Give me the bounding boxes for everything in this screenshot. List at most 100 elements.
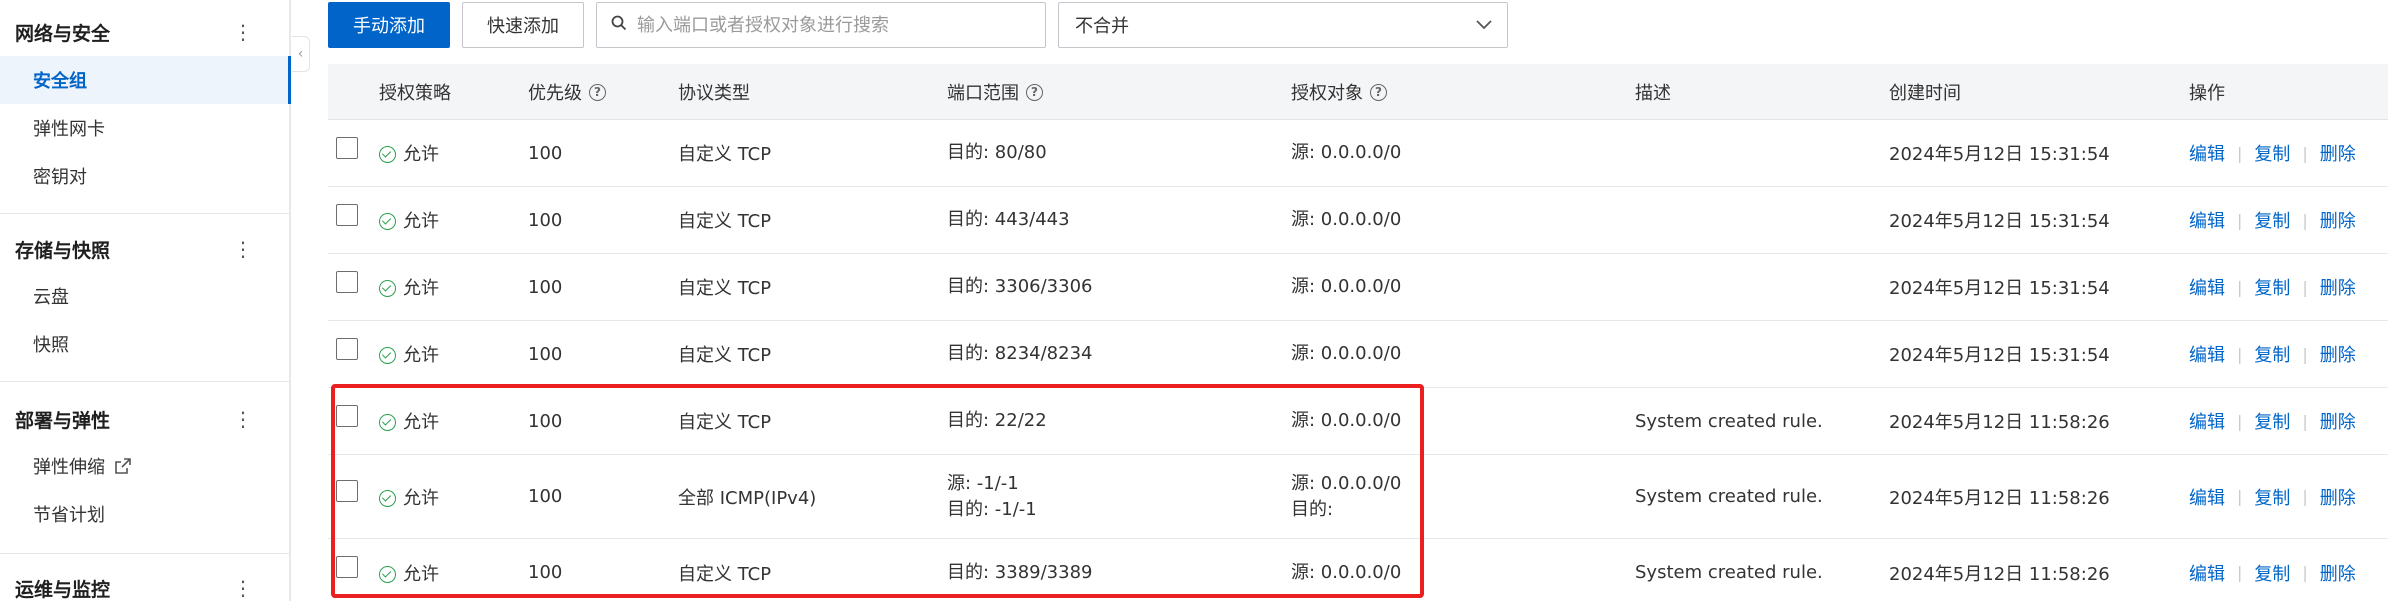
cell-protocol: 自定义 TCP bbox=[678, 144, 772, 165]
edit-link[interactable]: 编辑 bbox=[2189, 207, 2225, 233]
more-vertical-icon[interactable]: ⋮ bbox=[233, 239, 253, 259]
copy-link[interactable]: 复制 bbox=[2254, 408, 2290, 434]
cell-policy: 允许 bbox=[379, 539, 439, 601]
port-range-line: 目的: -1/-1 bbox=[947, 498, 1037, 520]
help-icon[interactable]: ? bbox=[1026, 83, 1043, 101]
delete-link[interactable]: 删除 bbox=[2320, 140, 2356, 166]
more-vertical-icon[interactable]: ⋮ bbox=[233, 22, 253, 42]
table-row: 允许 100 自定义 TCP 目的: 22/22 源: 0.0.0.0/0 System … bbox=[328, 388, 2388, 455]
cell-port-range: 目的: 443/443 bbox=[947, 187, 1070, 253]
sidebar-item-snapshot[interactable]: 快照 bbox=[0, 320, 289, 368]
row-checkbox[interactable] bbox=[336, 337, 358, 360]
cell-policy: 允许 bbox=[379, 455, 439, 538]
cell-policy: 允许 bbox=[379, 388, 439, 454]
cell-priority: 100 bbox=[528, 562, 563, 583]
auth-object-line: 源: 0.0.0.0/0 bbox=[1291, 472, 1402, 494]
cell-auth-object: 源: 0.0.0.0/0 bbox=[1291, 539, 1401, 601]
delete-link[interactable]: 删除 bbox=[2320, 207, 2356, 233]
action-separator: | bbox=[2237, 277, 2243, 297]
delete-link[interactable]: 删除 bbox=[2320, 484, 2356, 510]
help-icon[interactable]: ? bbox=[1370, 83, 1387, 101]
column-header-actions: 操作 bbox=[2189, 83, 2225, 104]
cell-policy: 允许 bbox=[379, 321, 439, 387]
cell-policy: 允许 bbox=[379, 187, 439, 253]
delete-link[interactable]: 删除 bbox=[2320, 274, 2356, 300]
sidebar-group-network-security[interactable]: 网络与安全 ⋮ bbox=[0, 8, 289, 56]
table-row: 允许 100 全部 ICMP(IPv4) 源: -1/-1 目的: -1/-1 源: 0.… bbox=[328, 455, 2388, 539]
sidebar-group-ops[interactable]: 运维与监控 ⋮ bbox=[0, 564, 289, 601]
edit-link[interactable]: 编辑 bbox=[2189, 408, 2225, 434]
edit-link[interactable]: 编辑 bbox=[2189, 274, 2225, 300]
cell-created-time: 2024年5月12日 15:31:54 bbox=[1889, 144, 2110, 165]
cell-auth-object: 源: 0.0.0.0/0 目的: bbox=[1291, 455, 1401, 538]
port-range-line: 目的: 80/80 bbox=[947, 142, 1047, 163]
search-icon bbox=[611, 15, 627, 35]
table-header: 授权策略 优先级? 协议类型 端口范围? 授权对象? 描述 创建时间 操作 bbox=[328, 64, 2388, 120]
sidebar-item-label: 安全组 bbox=[33, 71, 87, 92]
row-checkbox[interactable] bbox=[336, 556, 358, 578]
sidebar-item-disk[interactable]: 云盘 bbox=[0, 272, 289, 320]
edit-link[interactable]: 编辑 bbox=[2189, 341, 2225, 367]
copy-link[interactable]: 复制 bbox=[2254, 341, 2290, 367]
security-group-rules-table: 授权策略 优先级? 协议类型 端口范围? 授权对象? 描述 创建时间 操作 允许… bbox=[328, 64, 2388, 601]
sidebar-item-label: 密钥对 bbox=[33, 167, 87, 188]
sidebar-item-eni[interactable]: 弹性网卡 bbox=[0, 104, 289, 152]
help-icon[interactable]: ? bbox=[589, 83, 606, 101]
quick-add-button[interactable]: 快速添加 bbox=[462, 2, 584, 48]
sidebar-item-savings-plan[interactable]: 节省计划 bbox=[0, 490, 289, 538]
edit-link[interactable]: 编辑 bbox=[2189, 484, 2225, 510]
auth-object-line: 源: 0.0.0.0/0 bbox=[1291, 276, 1402, 297]
edit-link[interactable]: 编辑 bbox=[2189, 140, 2225, 166]
row-checkbox[interactable] bbox=[336, 404, 358, 427]
copy-link[interactable]: 复制 bbox=[2254, 484, 2290, 510]
chevron-left-icon[interactable]: ‹ bbox=[292, 36, 310, 72]
cell-priority: 100 bbox=[528, 486, 563, 507]
cell-port-range: 源: -1/-1 目的: -1/-1 bbox=[947, 455, 1037, 538]
delete-link[interactable]: 删除 bbox=[2320, 560, 2356, 586]
sidebar-item-autoscaling[interactable]: 弹性伸缩 bbox=[0, 442, 289, 490]
action-separator: | bbox=[2302, 143, 2308, 163]
edit-link[interactable]: 编辑 bbox=[2189, 560, 2225, 586]
copy-link[interactable]: 复制 bbox=[2254, 560, 2290, 586]
policy-text: 允许 bbox=[403, 412, 439, 433]
port-range-line: 目的: 3306/3306 bbox=[947, 276, 1093, 297]
cell-policy: 允许 bbox=[379, 120, 439, 186]
merge-select[interactable]: 不合并 bbox=[1058, 2, 1508, 48]
chevron-down-icon bbox=[1475, 15, 1493, 36]
delete-link[interactable]: 删除 bbox=[2320, 341, 2356, 367]
cell-protocol: 自定义 TCP bbox=[678, 211, 772, 232]
cell-actions: 编辑 | 复制 | 删除 bbox=[2189, 455, 2356, 538]
port-range-line: 目的: 3389/3389 bbox=[947, 561, 1093, 583]
policy-text: 允许 bbox=[403, 144, 439, 165]
search-box[interactable] bbox=[596, 2, 1046, 48]
copy-link[interactable]: 复制 bbox=[2254, 207, 2290, 233]
manual-add-button[interactable]: 手动添加 bbox=[328, 2, 450, 48]
sidebar-item-security-group[interactable]: 安全组 bbox=[0, 56, 291, 104]
copy-link[interactable]: 复制 bbox=[2254, 274, 2290, 300]
copy-link[interactable]: 复制 bbox=[2254, 140, 2290, 166]
cell-auth-object: 源: 0.0.0.0/0 bbox=[1291, 187, 1401, 253]
action-separator: | bbox=[2237, 344, 2243, 364]
delete-link[interactable]: 删除 bbox=[2320, 408, 2356, 434]
sidebar-item-label: 弹性网卡 bbox=[33, 119, 105, 140]
row-checkbox[interactable] bbox=[336, 136, 358, 159]
sidebar-divider bbox=[0, 553, 289, 554]
row-checkbox[interactable] bbox=[336, 270, 358, 293]
sidebar-group-deployment[interactable]: 部署与弹性 ⋮ bbox=[0, 395, 289, 443]
check-circle-icon bbox=[379, 565, 396, 583]
search-input[interactable] bbox=[637, 14, 1037, 36]
policy-text: 允许 bbox=[403, 563, 439, 585]
cell-priority: 100 bbox=[528, 142, 563, 164]
more-vertical-icon[interactable]: ⋮ bbox=[233, 409, 253, 429]
sidebar-group-storage[interactable]: 存储与快照 ⋮ bbox=[0, 225, 289, 273]
cell-port-range: 目的: 22/22 bbox=[947, 388, 1047, 454]
cell-description: System created rule. bbox=[1635, 562, 1823, 583]
sidebar-item-keypair[interactable]: 密钥对 bbox=[0, 152, 289, 200]
cell-created-time: 2024年5月12日 11:58:26 bbox=[1889, 487, 2110, 509]
action-separator: | bbox=[2237, 563, 2243, 582]
more-vertical-icon[interactable]: ⋮ bbox=[233, 578, 253, 598]
row-checkbox[interactable] bbox=[336, 480, 358, 502]
row-checkbox[interactable] bbox=[336, 203, 358, 226]
action-separator: | bbox=[2302, 487, 2308, 506]
table-row: 允许 100 自定义 TCP 目的: 80/80 源: 0.0.0.0/0 2024年5月… bbox=[328, 120, 2388, 187]
